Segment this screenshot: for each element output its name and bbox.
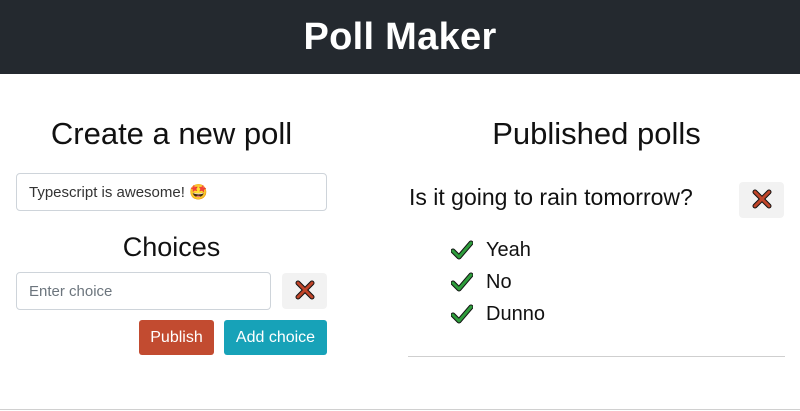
poll-choice-list: Yeah No Dunno <box>451 234 545 330</box>
choice-label: No <box>486 270 512 293</box>
choices-heading: Choices <box>122 232 221 262</box>
check-mark-icon <box>451 303 473 325</box>
choice-input[interactable] <box>16 272 271 310</box>
add-choice-button[interactable]: Add choice <box>224 320 327 355</box>
list-item: No <box>451 266 545 298</box>
poll-question: Is it going to rain tomorrow? <box>409 184 693 210</box>
check-mark-icon <box>451 271 473 293</box>
check-mark-icon <box>451 239 473 261</box>
list-item: Dunno <box>451 298 545 330</box>
publish-button[interactable]: Publish <box>139 320 214 355</box>
choice-label: Yeah <box>486 238 531 261</box>
choice-label: Dunno <box>486 302 545 325</box>
cross-mark-icon <box>752 189 772 212</box>
list-item: Yeah <box>451 234 545 266</box>
create-poll-heading: Create a new poll <box>50 116 293 151</box>
app-title: Poll Maker <box>303 15 497 58</box>
published-polls-heading: Published polls <box>492 116 701 151</box>
cross-mark-icon <box>295 280 315 303</box>
remove-choice-button[interactable] <box>282 273 327 309</box>
poll-question-input[interactable] <box>16 173 327 211</box>
poll-divider <box>408 356 785 357</box>
app-header: Poll Maker <box>0 0 800 74</box>
delete-poll-button[interactable] <box>739 182 784 218</box>
page-bottom-divider <box>0 409 800 410</box>
